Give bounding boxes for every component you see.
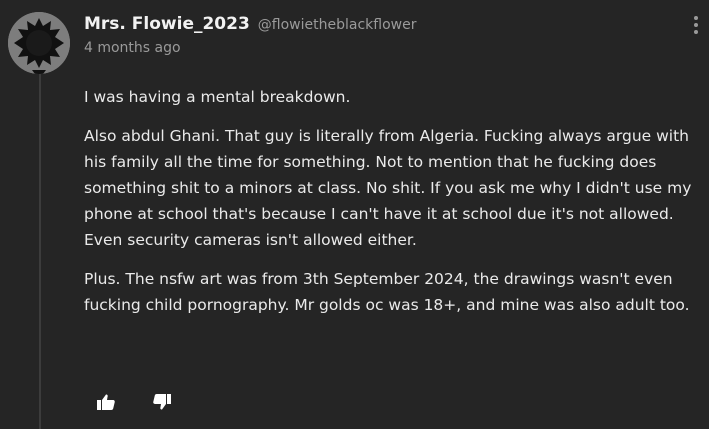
comment-timestamp[interactable]: 4 months ago: [84, 40, 669, 56]
comment-header: Mrs. Flowie_2023 @flowietheblackflower 4…: [84, 14, 669, 56]
thread-line: [39, 70, 41, 429]
comment-paragraph: Plus. The nsfw art was from 3th Septembe…: [84, 270, 690, 314]
author-handle[interactable]: @flowietheblackflower: [258, 17, 417, 33]
author-name[interactable]: Mrs. Flowie_2023: [84, 14, 250, 34]
comment-body: I was having a mental breakdown. Also ab…: [84, 84, 694, 331]
comment-paragraph: Also abdul Ghani. That guy is literally …: [84, 127, 692, 249]
more-vertical-icon: [688, 16, 704, 34]
comment-actions: [96, 392, 172, 412]
avatar[interactable]: [8, 12, 70, 74]
author-row: Mrs. Flowie_2023 @flowietheblackflower: [84, 14, 669, 34]
dislike-button[interactable]: [152, 392, 172, 412]
thumbs-up-icon: [97, 394, 115, 410]
thumbs-down-icon: [153, 394, 171, 410]
like-button[interactable]: [96, 392, 116, 412]
flower-silhouette-icon: [8, 12, 70, 74]
comment-paragraph: I was having a mental breakdown.: [84, 88, 351, 106]
more-options-button[interactable]: [688, 15, 704, 39]
